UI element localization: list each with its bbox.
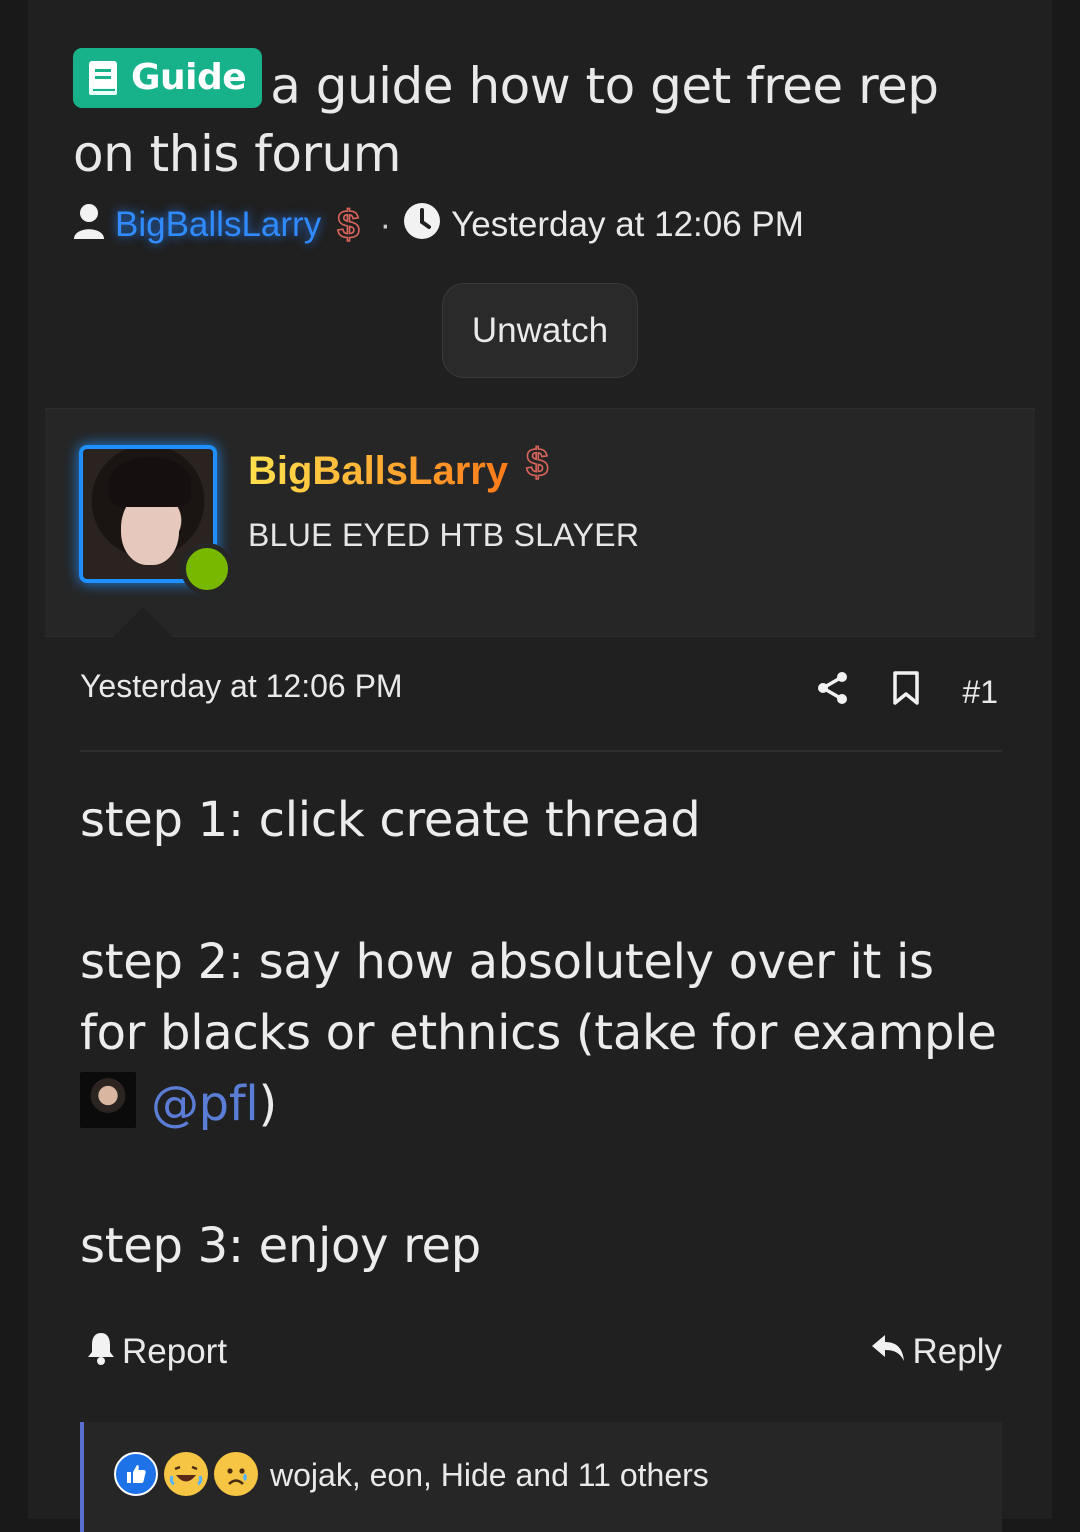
reply-button[interactable]: Reply	[869, 1331, 1002, 1374]
clock-icon	[403, 202, 441, 249]
post-header-actions: #1	[816, 668, 998, 716]
page: Guide a guide how to get free rep on thi…	[28, 0, 1052, 1532]
post-step-3: step 3: enjoy rep	[80, 1218, 481, 1274]
user-mention-link[interactable]: @pfl	[151, 1076, 259, 1132]
thread-meta: BigBallsLarry $ · Yesterday at 12:06 PM	[73, 200, 804, 250]
inline-photo[interactable]	[80, 1072, 136, 1128]
bell-icon	[86, 1331, 116, 1374]
post-divider	[80, 750, 1002, 752]
reactions-summary[interactable]: wojak, eon, Hide and 11 others	[270, 1452, 709, 1498]
thread-prefix-label: Guide	[131, 57, 247, 98]
user-title: BLUE EYED HTB SLAYER	[248, 517, 640, 553]
post-username[interactable]: BigBallsLarry	[248, 449, 508, 494]
post-number-link[interactable]: #1	[962, 674, 998, 711]
post-step-1: step 1: click create thread	[80, 792, 701, 848]
report-button[interactable]: Report	[86, 1331, 227, 1374]
sad-icon	[214, 1452, 258, 1496]
dollar-icon: $	[336, 202, 360, 248]
share-icon[interactable]	[816, 671, 850, 713]
post-footer-actions: Report Reply	[86, 1328, 1002, 1376]
dollar-icon: $	[525, 440, 549, 486]
unwatch-button[interactable]: Unwatch	[442, 283, 638, 378]
post-user-block: BigBallsLarry $ BLUE EYED HTB SLAYER	[45, 408, 1035, 637]
report-label: Report	[122, 1332, 228, 1371]
user-block-caret	[113, 607, 173, 637]
reply-arrow-icon	[869, 1331, 907, 1374]
post-date[interactable]: Yesterday at 12:06 PM	[80, 668, 403, 705]
like-icon	[114, 1452, 158, 1496]
thread-title: Guide a guide how to get free rep on thi…	[73, 48, 1013, 188]
thread-time[interactable]: Yesterday at 12:06 PM	[451, 205, 804, 245]
thread-prefix-badge[interactable]: Guide	[73, 48, 263, 108]
post-body: step 1: click create thread step 2: say …	[80, 785, 1010, 1282]
book-icon	[87, 59, 121, 97]
user-icon	[73, 202, 105, 249]
thread-author-link[interactable]: BigBallsLarry	[115, 205, 321, 245]
reply-label: Reply	[912, 1332, 1002, 1371]
laugh-icon	[164, 1452, 208, 1496]
bookmark-icon[interactable]	[892, 670, 920, 714]
post-step-2: step 2: say how absolutely over it is fo…	[80, 934, 997, 1132]
reaction-icons	[114, 1452, 258, 1496]
online-status-dot	[181, 543, 233, 595]
reactions-bar[interactable]: wojak, eon, Hide and 11 others	[80, 1422, 1002, 1532]
meta-separator: ·	[379, 205, 392, 244]
